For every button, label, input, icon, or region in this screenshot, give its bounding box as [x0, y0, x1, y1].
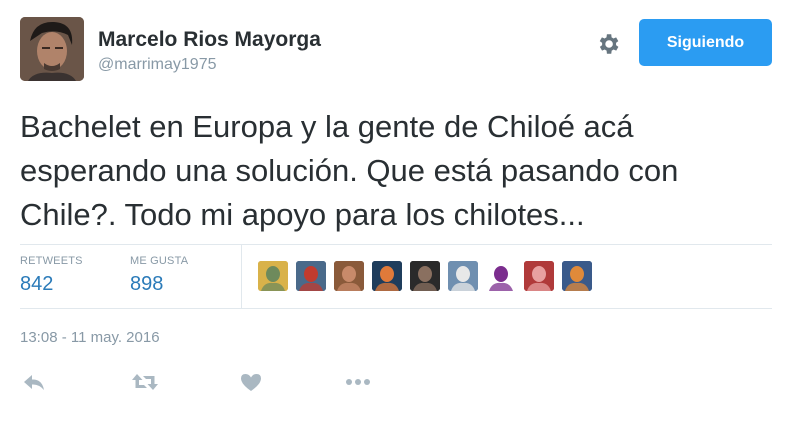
- likes-count: 898: [130, 273, 164, 295]
- likers-avatars: [258, 261, 592, 291]
- avatar[interactable]: [20, 17, 84, 81]
- liker-avatar[interactable]: [372, 261, 402, 291]
- gear-icon[interactable]: [595, 31, 621, 57]
- tweet-text: Bachelet en Europa y la gente de Chiloé …: [20, 109, 679, 232]
- more-icon[interactable]: [344, 371, 372, 393]
- following-button[interactable]: Siguiendo: [639, 19, 772, 66]
- stats-separator: [241, 245, 242, 308]
- liker-avatar[interactable]: [562, 261, 592, 291]
- likes-stat[interactable]: ME GUSTA 898: [130, 255, 188, 296]
- divider-bottom: [20, 308, 772, 309]
- liker-avatar[interactable]: [410, 261, 440, 291]
- liker-avatar[interactable]: [524, 261, 554, 291]
- retweets-stat[interactable]: RETWEETS 842: [20, 255, 83, 296]
- likes-label: ME GUSTA: [130, 255, 189, 267]
- liker-avatar[interactable]: [448, 261, 478, 291]
- liker-avatar[interactable]: [258, 261, 288, 291]
- like-icon[interactable]: [239, 371, 263, 393]
- liker-avatar[interactable]: [334, 261, 364, 291]
- author-screen-name[interactable]: @marrimay1975: [98, 56, 217, 74]
- reply-icon[interactable]: [22, 371, 46, 393]
- divider-top: [20, 244, 772, 245]
- retweets-count: 842: [20, 273, 54, 295]
- liker-avatar[interactable]: [486, 261, 516, 291]
- author-fullname[interactable]: Marcelo Rios Mayorga: [98, 28, 321, 52]
- retweet-icon[interactable]: [131, 371, 159, 393]
- retweets-label: RETWEETS: [20, 255, 83, 267]
- liker-avatar[interactable]: [296, 261, 326, 291]
- tweet-timestamp[interactable]: 13:08 - 11 may. 2016: [20, 329, 160, 346]
